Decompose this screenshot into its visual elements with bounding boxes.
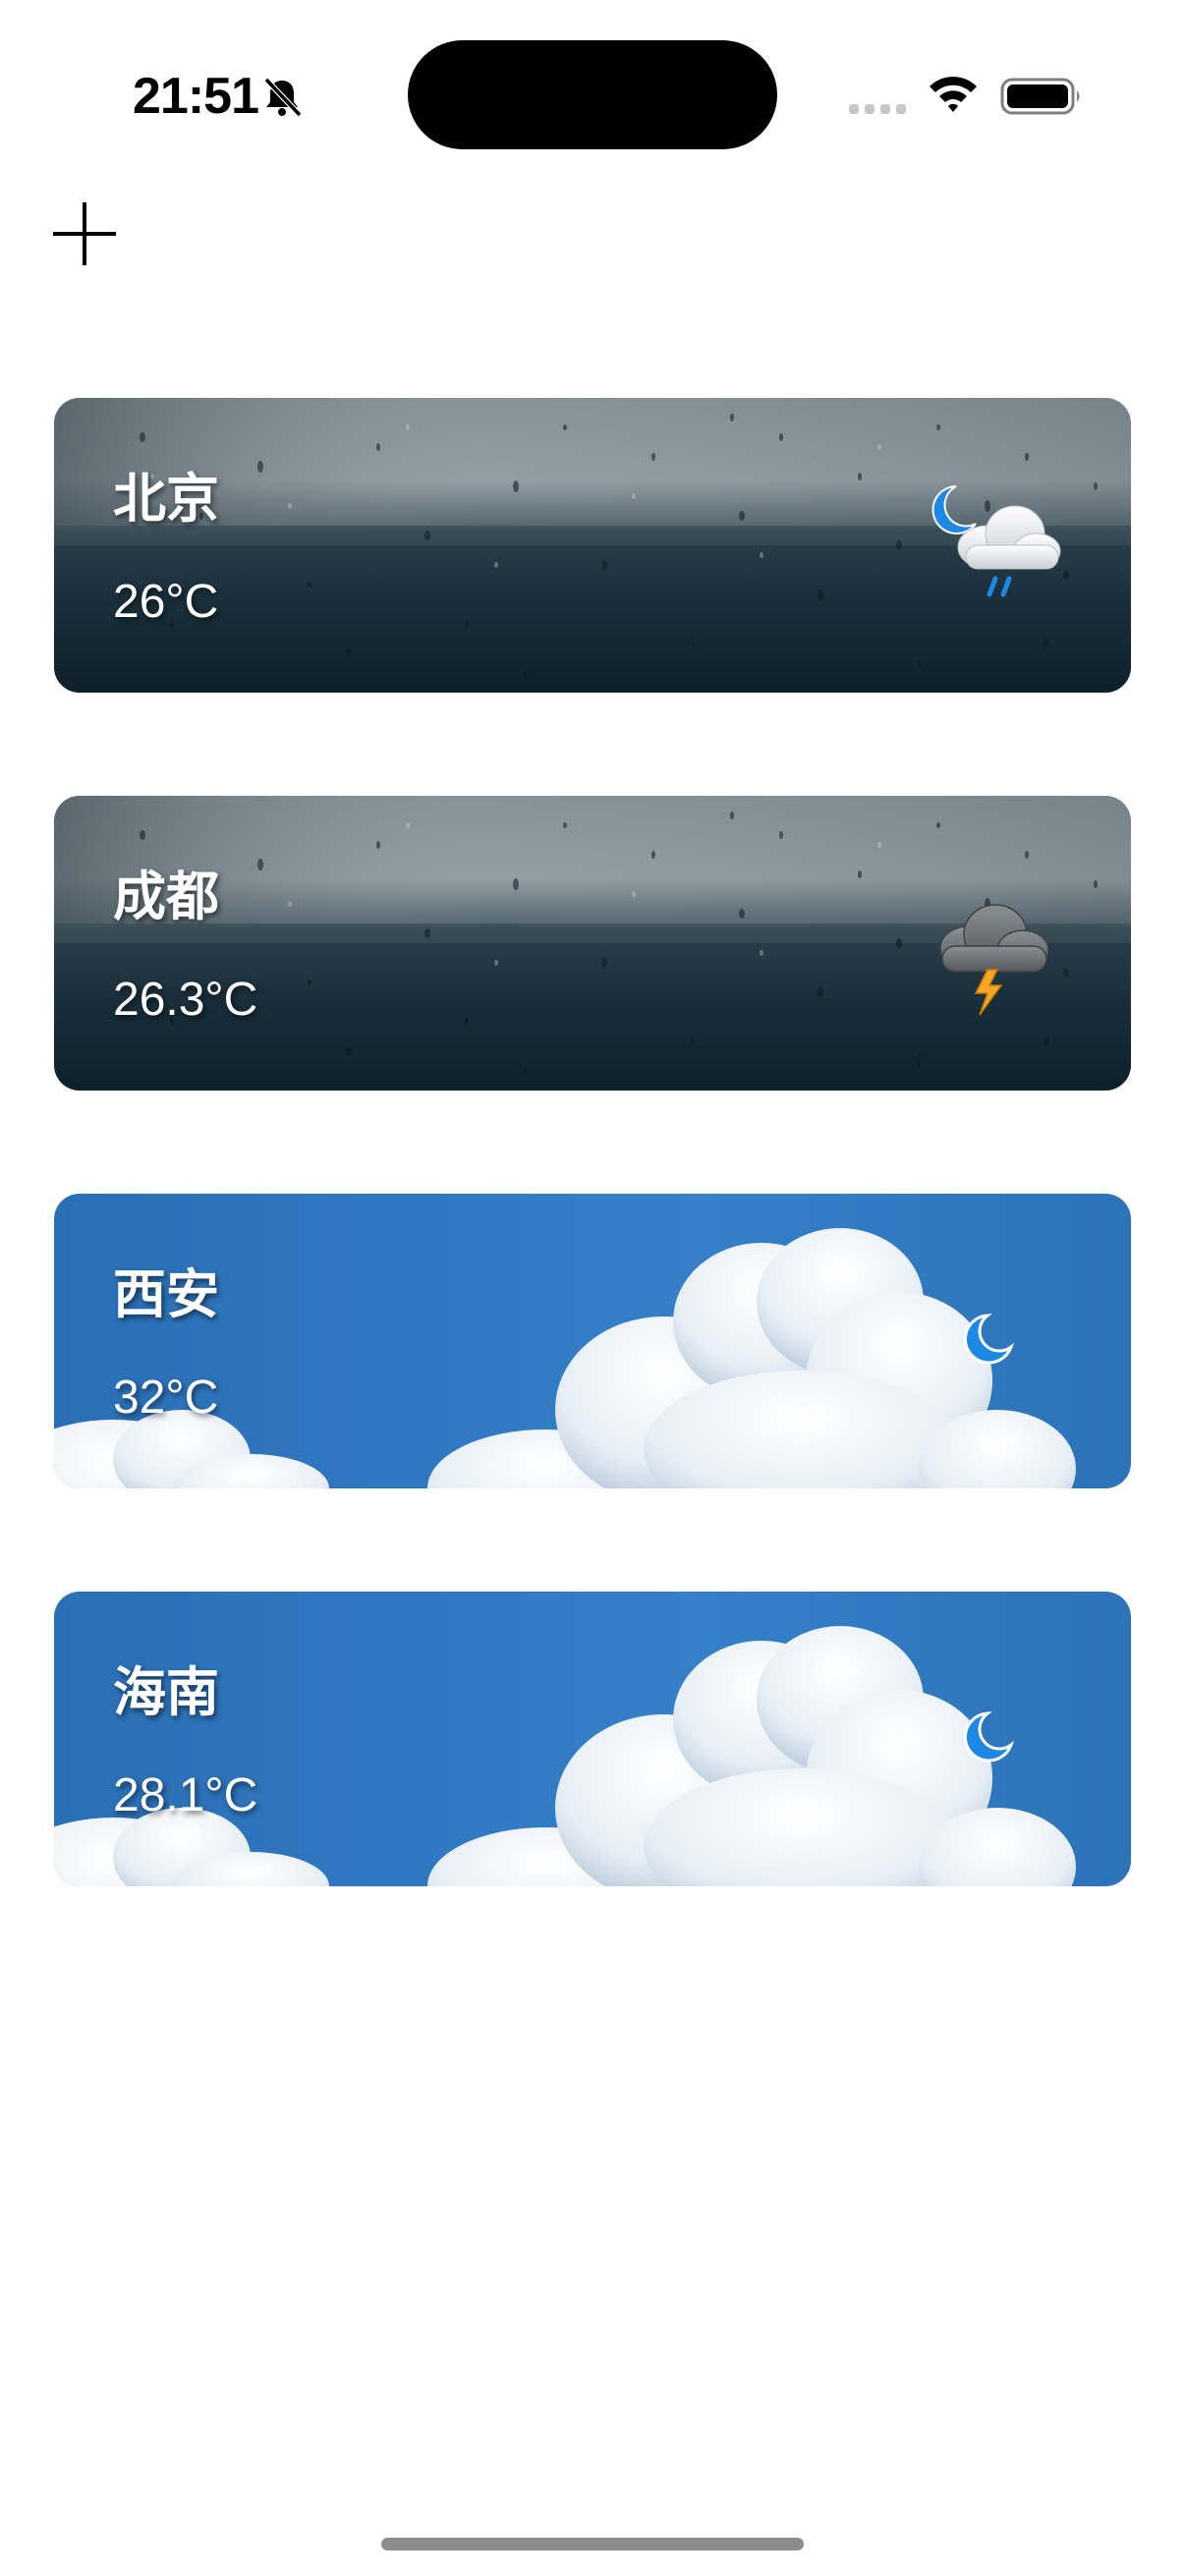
city-card-hainan[interactable]: 海南 28.1°C bbox=[54, 1592, 1131, 1886]
city-temperature: 28.1°C bbox=[113, 1769, 258, 1821]
city-name: 北京 bbox=[113, 468, 219, 530]
city-temperature: 32°C bbox=[113, 1372, 219, 1424]
city-card-xian[interactable]: 西安 32°C bbox=[54, 1194, 1131, 1488]
city-name: 西安 bbox=[113, 1263, 219, 1325]
dynamic-island bbox=[408, 40, 777, 149]
wifi-icon bbox=[930, 77, 977, 112]
city-list: 北京 26°C 成都 26.3°C 西安 32°C 海南 28.1°C bbox=[54, 398, 1131, 1989]
city-temperature: 26°C bbox=[113, 576, 219, 628]
status-bar: 21:51 bbox=[0, 0, 1185, 196]
cellular-signal-icon bbox=[849, 104, 906, 114]
city-name: 成都 bbox=[113, 866, 219, 927]
battery-icon bbox=[1000, 78, 1080, 115]
crescent-moon-icon bbox=[963, 1314, 1015, 1365]
night-rain-cloud-icon bbox=[931, 485, 1061, 597]
thunderstorm-icon bbox=[939, 904, 1049, 1016]
home-indicator[interactable] bbox=[381, 2538, 804, 2550]
status-time: 21:51 bbox=[133, 68, 259, 125]
city-name: 海南 bbox=[113, 1661, 219, 1723]
city-card-chengdu[interactable]: 成都 26.3°C bbox=[54, 796, 1131, 1091]
bell-slash-icon bbox=[263, 77, 303, 118]
crescent-moon-icon bbox=[963, 1711, 1015, 1763]
city-temperature: 26.3°C bbox=[113, 974, 258, 1026]
city-card-beijing[interactable]: 北京 26°C bbox=[54, 398, 1131, 693]
add-city-button[interactable] bbox=[47, 196, 122, 271]
